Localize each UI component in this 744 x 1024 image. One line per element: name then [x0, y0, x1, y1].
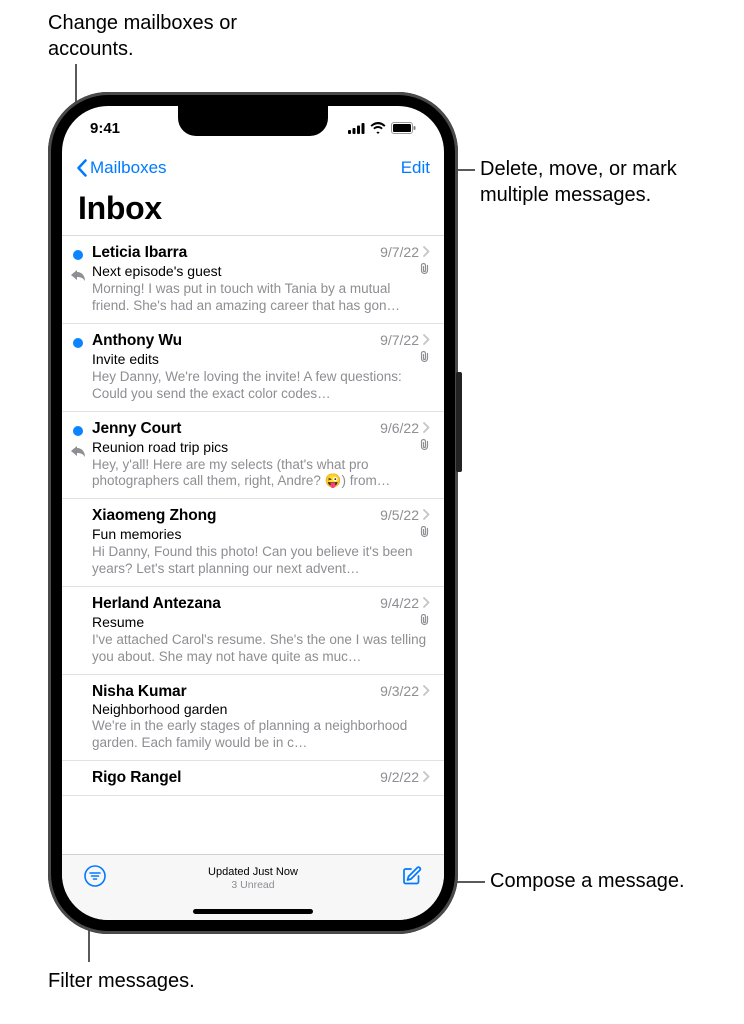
notch	[178, 106, 328, 136]
chevron-left-icon	[76, 159, 88, 177]
message-sender: Xiaomeng Zhong	[92, 507, 216, 525]
message-row[interactable]: Anthony Wu 9/7/22 Invite edits Hey Danny, W…	[62, 324, 444, 412]
reply-icon	[71, 268, 85, 280]
message-row[interactable]: Leticia Ibarra 9/7/22 Next episode's guest…	[62, 236, 444, 324]
toolbar: Updated Just Now 3 Unread	[62, 854, 444, 920]
message-subject: Neighborhood garden	[92, 701, 233, 717]
message-subject: Resume	[92, 614, 150, 630]
callout-edit: Delete, move, or mark multiple messages.	[480, 156, 720, 208]
message-subject: Fun memories	[92, 526, 187, 542]
chevron-right-icon	[423, 683, 430, 699]
message-sender: Anthony Wu	[92, 332, 182, 350]
home-indicator	[193, 909, 313, 914]
paperclip-icon	[419, 438, 430, 456]
message-subject: Invite edits	[92, 351, 165, 367]
reply-icon	[71, 444, 85, 456]
message-date: 9/6/22	[380, 420, 419, 436]
compose-button[interactable]	[400, 865, 422, 887]
paperclip-icon	[419, 350, 430, 368]
unread-dot-icon	[73, 338, 83, 348]
paperclip-icon	[419, 262, 430, 280]
chevron-right-icon	[423, 332, 430, 348]
message-sender: Leticia Ibarra	[92, 244, 187, 262]
toolbar-status: Updated Just Now	[208, 865, 298, 879]
message-preview: We're in the early stages of planning a …	[92, 718, 430, 752]
message-preview: Hey Danny, We're loving the invite! A fe…	[92, 369, 430, 403]
message-preview: Morning! I was put in touch with Tania b…	[92, 281, 430, 315]
message-row[interactable]: Nisha Kumar 9/3/22 Neighborhood gardenWe'r…	[62, 675, 444, 761]
callout-mailboxes: Change mailboxes or accounts.	[48, 10, 248, 62]
message-row[interactable]: Xiaomeng Zhong 9/5/22 Fun memories Hi Danny…	[62, 499, 444, 587]
callout-filter: Filter messages.	[48, 968, 248, 994]
chevron-right-icon	[423, 244, 430, 260]
chevron-right-icon	[423, 769, 430, 785]
message-sender: Herland Antezana	[92, 595, 221, 613]
message-preview: Hi Danny, Found this photo! Can you beli…	[92, 544, 430, 578]
battery-icon	[391, 122, 416, 134]
back-label: Mailboxes	[90, 158, 167, 178]
message-sender: Nisha Kumar	[92, 683, 187, 701]
unread-dot-icon	[73, 426, 83, 436]
chevron-right-icon	[423, 420, 430, 436]
paperclip-icon	[419, 613, 430, 631]
paperclip-icon	[419, 525, 430, 543]
wifi-icon	[370, 122, 386, 134]
unread-dot-icon	[73, 250, 83, 260]
message-row[interactable]: Jenny Court 9/6/22 Reunion road trip pics H…	[62, 412, 444, 500]
message-date: 9/7/22	[380, 244, 419, 260]
chevron-right-icon	[423, 595, 430, 611]
chevron-right-icon	[423, 507, 430, 523]
message-sender: Rigo Rangel	[92, 769, 181, 787]
message-subject: Reunion road trip pics	[92, 439, 234, 455]
message-subject: Next episode's guest	[92, 263, 228, 279]
message-date: 9/4/22	[380, 595, 419, 611]
message-sender: Jenny Court	[92, 420, 181, 438]
message-list[interactable]: Leticia Ibarra 9/7/22 Next episode's guest…	[62, 235, 444, 854]
callout-compose: Compose a message.	[490, 868, 720, 894]
message-date: 9/2/22	[380, 769, 419, 785]
filter-button[interactable]	[84, 865, 106, 887]
message-preview: Hey, y'all! Here are my selects (that's …	[92, 457, 430, 491]
phone-frame: 9:41 Mailboxes	[48, 92, 458, 934]
message-date: 9/7/22	[380, 332, 419, 348]
message-row[interactable]: Herland Antezana 9/4/22 Resume I've attache…	[62, 587, 444, 675]
back-button[interactable]: Mailboxes	[76, 158, 167, 178]
page-title: Inbox	[62, 186, 444, 235]
message-preview: I've attached Carol's resume. She's the …	[92, 632, 430, 666]
status-time: 9:41	[90, 120, 120, 137]
toolbar-unread: 3 Unread	[208, 879, 298, 893]
message-date: 9/3/22	[380, 683, 419, 699]
message-row[interactable]: Rigo Rangel 9/2/22	[62, 761, 444, 796]
cellular-icon	[348, 123, 365, 134]
edit-button[interactable]: Edit	[401, 158, 430, 178]
message-date: 9/5/22	[380, 507, 419, 523]
side-button	[456, 372, 462, 472]
